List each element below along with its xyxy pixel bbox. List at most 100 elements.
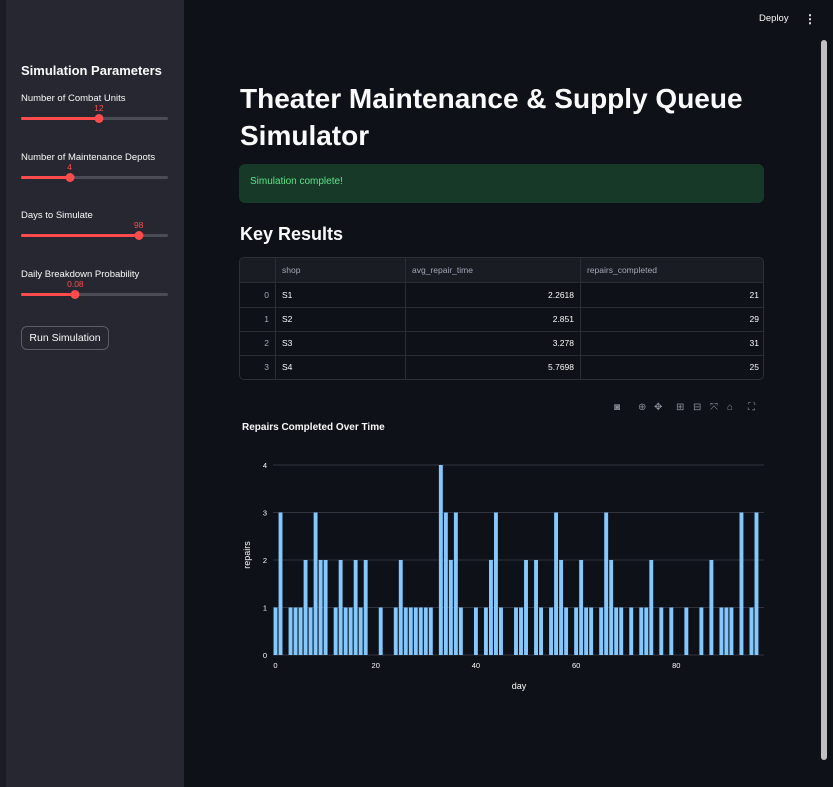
- bar[interactable]: [579, 560, 584, 655]
- slider-thumb[interactable]: [65, 173, 74, 182]
- table-row[interactable]: 3 S4 5.7698 25: [240, 355, 763, 379]
- bar[interactable]: [524, 560, 528, 655]
- results-table[interactable]: shop avg_repair_time repairs_completed 0…: [239, 257, 764, 380]
- bar[interactable]: [534, 560, 538, 655]
- bar[interactable]: [308, 607, 313, 656]
- bar[interactable]: [644, 607, 649, 656]
- zoom-icon[interactable]: ⊕: [638, 402, 646, 413]
- bar[interactable]: [453, 512, 458, 656]
- days-slider[interactable]: Days to Simulate 98: [21, 210, 168, 240]
- bar[interactable]: [393, 607, 398, 656]
- header-avg-repair-time[interactable]: avg_repair_time: [406, 258, 581, 282]
- bar[interactable]: [458, 607, 463, 656]
- bar[interactable]: [413, 607, 418, 656]
- bar[interactable]: [574, 607, 579, 656]
- bar[interactable]: [338, 560, 343, 655]
- bar[interactable]: [519, 607, 523, 656]
- bar[interactable]: [494, 512, 498, 656]
- bar[interactable]: [473, 607, 478, 656]
- table-row[interactable]: 0 S1 2.2618 21: [240, 283, 763, 308]
- bar[interactable]: [403, 607, 408, 656]
- bar[interactable]: [298, 607, 303, 656]
- autoscale-icon[interactable]: ⤧: [710, 402, 718, 413]
- slider-track[interactable]: [21, 173, 168, 182]
- bar[interactable]: [514, 607, 518, 656]
- bar[interactable]: [729, 607, 734, 656]
- cell-repairs-completed[interactable]: 21: [581, 283, 763, 307]
- bar[interactable]: [348, 607, 353, 656]
- pan-icon[interactable]: ✥: [654, 402, 662, 413]
- bar[interactable]: [649, 560, 654, 655]
- cell-avg-repair-time[interactable]: 2.2618: [406, 283, 581, 307]
- bar[interactable]: [418, 607, 423, 656]
- slider-thumb[interactable]: [134, 231, 144, 240]
- bar[interactable]: [343, 607, 348, 656]
- bar[interactable]: [318, 560, 323, 655]
- zoom-in-icon[interactable]: ⊞: [676, 402, 684, 413]
- bar[interactable]: [499, 607, 503, 656]
- run-simulation-button[interactable]: Run Simulation: [21, 326, 109, 350]
- cell-repairs-completed[interactable]: 29: [581, 307, 763, 331]
- bar[interactable]: [749, 607, 754, 656]
- bar[interactable]: [408, 607, 413, 656]
- bar[interactable]: [363, 560, 368, 655]
- bar[interactable]: [724, 607, 729, 656]
- bar[interactable]: [629, 607, 634, 656]
- bar[interactable]: [584, 607, 589, 656]
- bar[interactable]: [398, 560, 403, 655]
- bar[interactable]: [614, 607, 619, 656]
- bar[interactable]: [313, 512, 318, 656]
- bar[interactable]: [488, 560, 493, 655]
- cell-repairs-completed[interactable]: 31: [581, 331, 763, 355]
- bar[interactable]: [754, 512, 759, 656]
- cell-shop[interactable]: S4: [276, 355, 406, 379]
- breakdown-probability-slider[interactable]: Daily Breakdown Probability 0.08: [21, 269, 168, 299]
- combat-units-slider[interactable]: Number of Combat Units 12: [21, 93, 168, 123]
- bar[interactable]: [443, 512, 448, 656]
- bar[interactable]: [709, 560, 714, 655]
- bar[interactable]: [564, 607, 569, 656]
- slider-track[interactable]: [21, 290, 168, 299]
- bar[interactable]: [739, 512, 744, 656]
- bar[interactable]: [659, 607, 664, 656]
- cell-avg-repair-time[interactable]: 3.278: [406, 331, 581, 355]
- bar[interactable]: [599, 607, 604, 656]
- bar[interactable]: [719, 607, 724, 656]
- table-row[interactable]: 2 S3 3.278 31: [240, 331, 763, 356]
- bar[interactable]: [559, 560, 564, 655]
- bar[interactable]: [423, 607, 428, 656]
- bar[interactable]: [278, 512, 283, 656]
- bar[interactable]: [273, 607, 278, 656]
- bar[interactable]: [699, 607, 704, 656]
- kebab-menu-icon[interactable]: ⋮: [804, 12, 816, 26]
- repairs-bar-chart[interactable]: 0 1 2 3 4 0 20 40 60 80 repairs day: [230, 440, 775, 700]
- camera-icon[interactable]: ◙: [614, 402, 620, 413]
- bar[interactable]: [353, 560, 358, 655]
- header-shop[interactable]: shop: [276, 258, 406, 282]
- cell-shop[interactable]: S3: [276, 331, 406, 355]
- cell-repairs-completed[interactable]: 25: [581, 355, 763, 379]
- bar[interactable]: [323, 560, 328, 655]
- bar[interactable]: [539, 607, 543, 656]
- bar[interactable]: [288, 607, 293, 656]
- table-row[interactable]: 1 S2 2.851 29: [240, 307, 763, 332]
- scrollbar-thumb[interactable]: [821, 40, 827, 760]
- bar[interactable]: [549, 607, 554, 656]
- bar[interactable]: [293, 607, 298, 656]
- slider-thumb[interactable]: [94, 114, 104, 123]
- bar[interactable]: [428, 607, 433, 656]
- home-icon[interactable]: ⌂: [727, 402, 733, 413]
- bar[interactable]: [483, 607, 488, 656]
- bar[interactable]: [684, 607, 689, 656]
- bar[interactable]: [669, 607, 674, 656]
- slider-track[interactable]: [21, 231, 168, 240]
- bar[interactable]: [333, 607, 338, 656]
- cell-shop[interactable]: S1: [276, 283, 406, 307]
- header-repairs-completed[interactable]: repairs_completed: [581, 258, 763, 282]
- bar[interactable]: [619, 607, 624, 656]
- bar[interactable]: [604, 512, 609, 656]
- bar[interactable]: [358, 607, 363, 656]
- slider-thumb[interactable]: [70, 290, 80, 299]
- bar[interactable]: [448, 560, 453, 655]
- cell-shop[interactable]: S2: [276, 307, 406, 331]
